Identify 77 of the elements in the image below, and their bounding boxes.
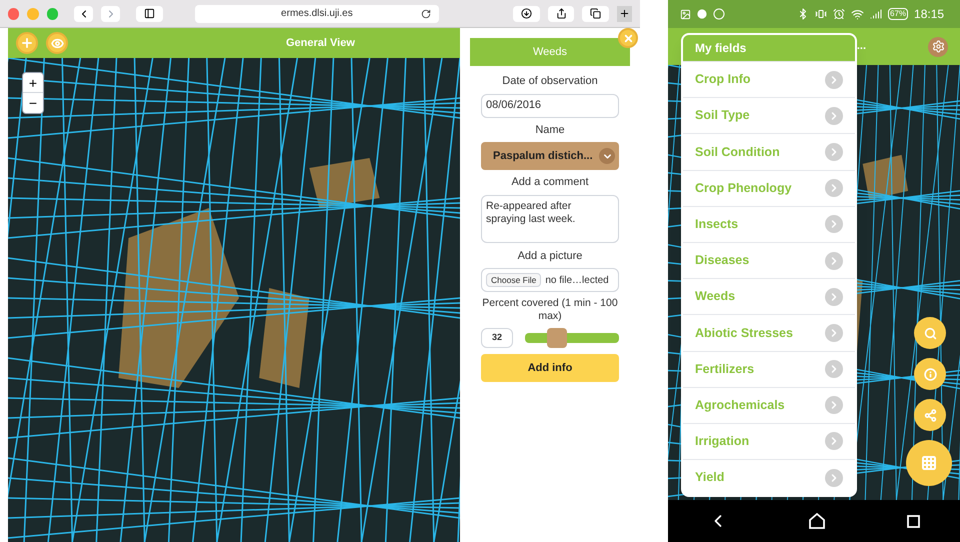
settings-icon [932,40,944,53]
share-button[interactable] [548,6,574,22]
menu-item[interactable]: Fertilizers [683,350,855,387]
downloads-button[interactable] [513,6,540,22]
field-label: Date of observation [502,74,598,89]
chevron-icon [825,288,843,306]
battery-level: 67% [888,8,908,20]
chevron-icon [825,142,843,161]
menu-item[interactable]: Yield [683,459,855,496]
sidebar-button[interactable] [136,6,163,22]
recents-icon[interactable] [906,514,920,528]
name-dropdown[interactable]: Paspalum distich... [481,142,619,170]
zoom-out-button[interactable]: − [23,93,43,113]
share-icon [556,8,567,19]
download-icon [520,8,532,19]
vibrate-icon [815,8,827,20]
menu-item[interactable]: Weeds [683,278,855,314]
add-info-button[interactable]: Add info [481,354,619,382]
clock: 18:15 [914,6,944,23]
tabs-icon [590,8,602,19]
menu-item[interactable]: Agrochemicals [683,386,855,423]
chevron-icon [825,324,843,342]
chevron-icon [825,252,843,270]
menu-item[interactable]: Insects [683,206,855,242]
menu-header: My fields [683,35,855,61]
file-status: no file…lected [545,274,609,288]
percent-slider[interactable] [525,328,619,348]
search-icon [924,326,936,340]
address-bar[interactable]: ermes.dlsi.uji.es [194,4,440,22]
info-icon [924,368,936,380]
chevron-icon [825,215,843,234]
slider-thumb[interactable] [547,328,568,348]
chevron-icon [825,360,843,378]
caret-icon [599,148,615,164]
eye-icon [50,36,64,50]
app-title: ... [856,39,866,54]
menu-item[interactable]: Soil Condition [683,133,855,170]
percent-field[interactable]: 32 [481,328,513,348]
menu-item[interactable]: Abiotic Stresses [683,314,855,350]
chevron-icon [825,70,843,89]
chevron-icon [825,432,843,450]
menu-item[interactable]: Diseases [683,242,855,278]
menu-item[interactable]: Crop Phenology [683,170,855,206]
plus-icon [618,8,630,19]
alarm-icon [833,8,845,20]
new-tab-button[interactable] [616,6,632,22]
wifi-icon [851,8,864,20]
share-icon [924,408,936,422]
chevron-icon [825,179,843,198]
chevron-icon [825,468,843,487]
home-icon[interactable] [808,513,826,529]
field-label: Percent covered (1 min - 100 max) [481,297,619,323]
reload-icon[interactable] [421,8,432,18]
field-label: Name [535,122,565,138]
close-icon [622,32,634,44]
menu-item[interactable]: Irrigation [683,422,855,460]
image-icon [680,8,691,20]
field-label: Add a picture [518,248,582,264]
back-button[interactable] [74,6,94,22]
field-label: Add a comment [511,175,589,190]
comment-field[interactable]: Re-appeared after spraying last week. [481,194,619,242]
app-title: General View [286,36,355,51]
bluetooth-icon [797,8,809,20]
chevron-icon [825,396,843,414]
grid-icon [921,455,937,471]
choose-file-button[interactable]: Choose File [486,272,542,288]
chevron-icon [825,106,843,125]
sidebar-icon [144,8,155,19]
menu-item[interactable]: Crop Info [683,61,855,98]
signal-icon [870,8,882,20]
tabs-button[interactable] [582,6,609,22]
date-field[interactable]: 08/06/2016 [481,94,619,118]
settings-button[interactable] [928,36,948,56]
plus-icon [20,36,34,50]
zoom-in-button[interactable]: + [23,73,43,93]
menu-item[interactable]: Soil Type [683,97,855,134]
panel-header: Weeds [470,38,630,66]
